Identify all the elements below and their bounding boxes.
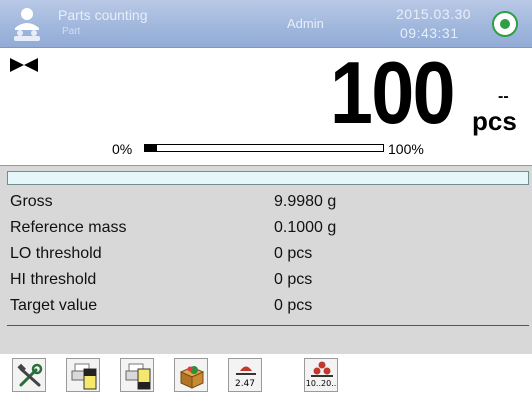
unit-marker: -- bbox=[498, 88, 509, 105]
info-row[interactable]: Gross 9.9980 g bbox=[0, 190, 532, 216]
main-result-unit[interactable]: pcs bbox=[472, 106, 517, 137]
reference-mass-text: 2.47 bbox=[234, 379, 256, 389]
stable-indicator-icon bbox=[492, 11, 518, 37]
info-row-label: LO threshold bbox=[10, 245, 102, 262]
working-mode-title[interactable]: Parts counting bbox=[58, 7, 148, 23]
info-row[interactable]: HI threshold 0 pcs bbox=[0, 268, 532, 294]
info-row-value: 0 pcs bbox=[274, 271, 313, 288]
info-row-value: 0 pcs bbox=[274, 245, 313, 262]
function-toolbar: 2.47 10..20.. bbox=[0, 354, 532, 401]
info-row-value: 0.1000 g bbox=[274, 219, 337, 236]
info-row[interactable]: Reference mass 0.1000 g bbox=[0, 216, 532, 242]
date-display: 2015.03.30 bbox=[396, 6, 472, 22]
printout-header-button[interactable] bbox=[66, 358, 100, 392]
info-divider bbox=[7, 325, 529, 326]
info-panel: Gross 9.9980 g Reference mass 0.1000 g L… bbox=[0, 166, 532, 354]
weighing-display: 100 -- pcs 0% 100% bbox=[0, 43, 532, 166]
header-bar: Parts counting Part Admin 2015.03.30 09:… bbox=[0, 0, 532, 48]
user-level-label[interactable]: Admin bbox=[287, 16, 324, 31]
printout-footer-icon bbox=[125, 363, 151, 390]
info-row-label: Gross bbox=[10, 193, 53, 210]
info-row[interactable]: LO threshold 0 pcs bbox=[0, 242, 532, 268]
info-strip bbox=[7, 171, 529, 185]
scale-screen: Parts counting Part Admin 2015.03.30 09:… bbox=[0, 0, 532, 401]
settings-button[interactable] bbox=[12, 358, 46, 392]
info-row-label: Reference mass bbox=[10, 219, 127, 236]
database-icon bbox=[179, 366, 205, 389]
info-row-value: 9.9980 g bbox=[274, 193, 337, 210]
printout-footer-button[interactable] bbox=[120, 358, 154, 392]
settings-tools-icon bbox=[17, 363, 43, 387]
user-icon[interactable] bbox=[10, 6, 44, 42]
printout-header-icon bbox=[71, 363, 97, 390]
info-row[interactable]: Target value 0 pcs bbox=[0, 294, 532, 320]
time-display: 09:43:31 bbox=[400, 25, 459, 41]
main-result-value: 100 bbox=[330, 43, 456, 142]
quantity-button[interactable]: 10..20.. bbox=[304, 358, 338, 392]
info-row-label: Target value bbox=[10, 297, 98, 314]
zero-indicator-icon bbox=[10, 58, 38, 72]
databases-button[interactable] bbox=[174, 358, 208, 392]
quantity-text: 10..20.. bbox=[305, 379, 337, 388]
bar-min-label: 0% bbox=[112, 141, 133, 157]
working-mode-subtitle: Part bbox=[62, 26, 81, 37]
load-bar bbox=[144, 144, 384, 152]
reference-mass-button[interactable]: 2.47 bbox=[228, 358, 262, 392]
load-bar-fill bbox=[145, 145, 157, 151]
bar-max-label: 100% bbox=[388, 141, 424, 157]
info-row-value: 0 pcs bbox=[274, 297, 313, 314]
info-row-label: HI threshold bbox=[10, 271, 97, 288]
